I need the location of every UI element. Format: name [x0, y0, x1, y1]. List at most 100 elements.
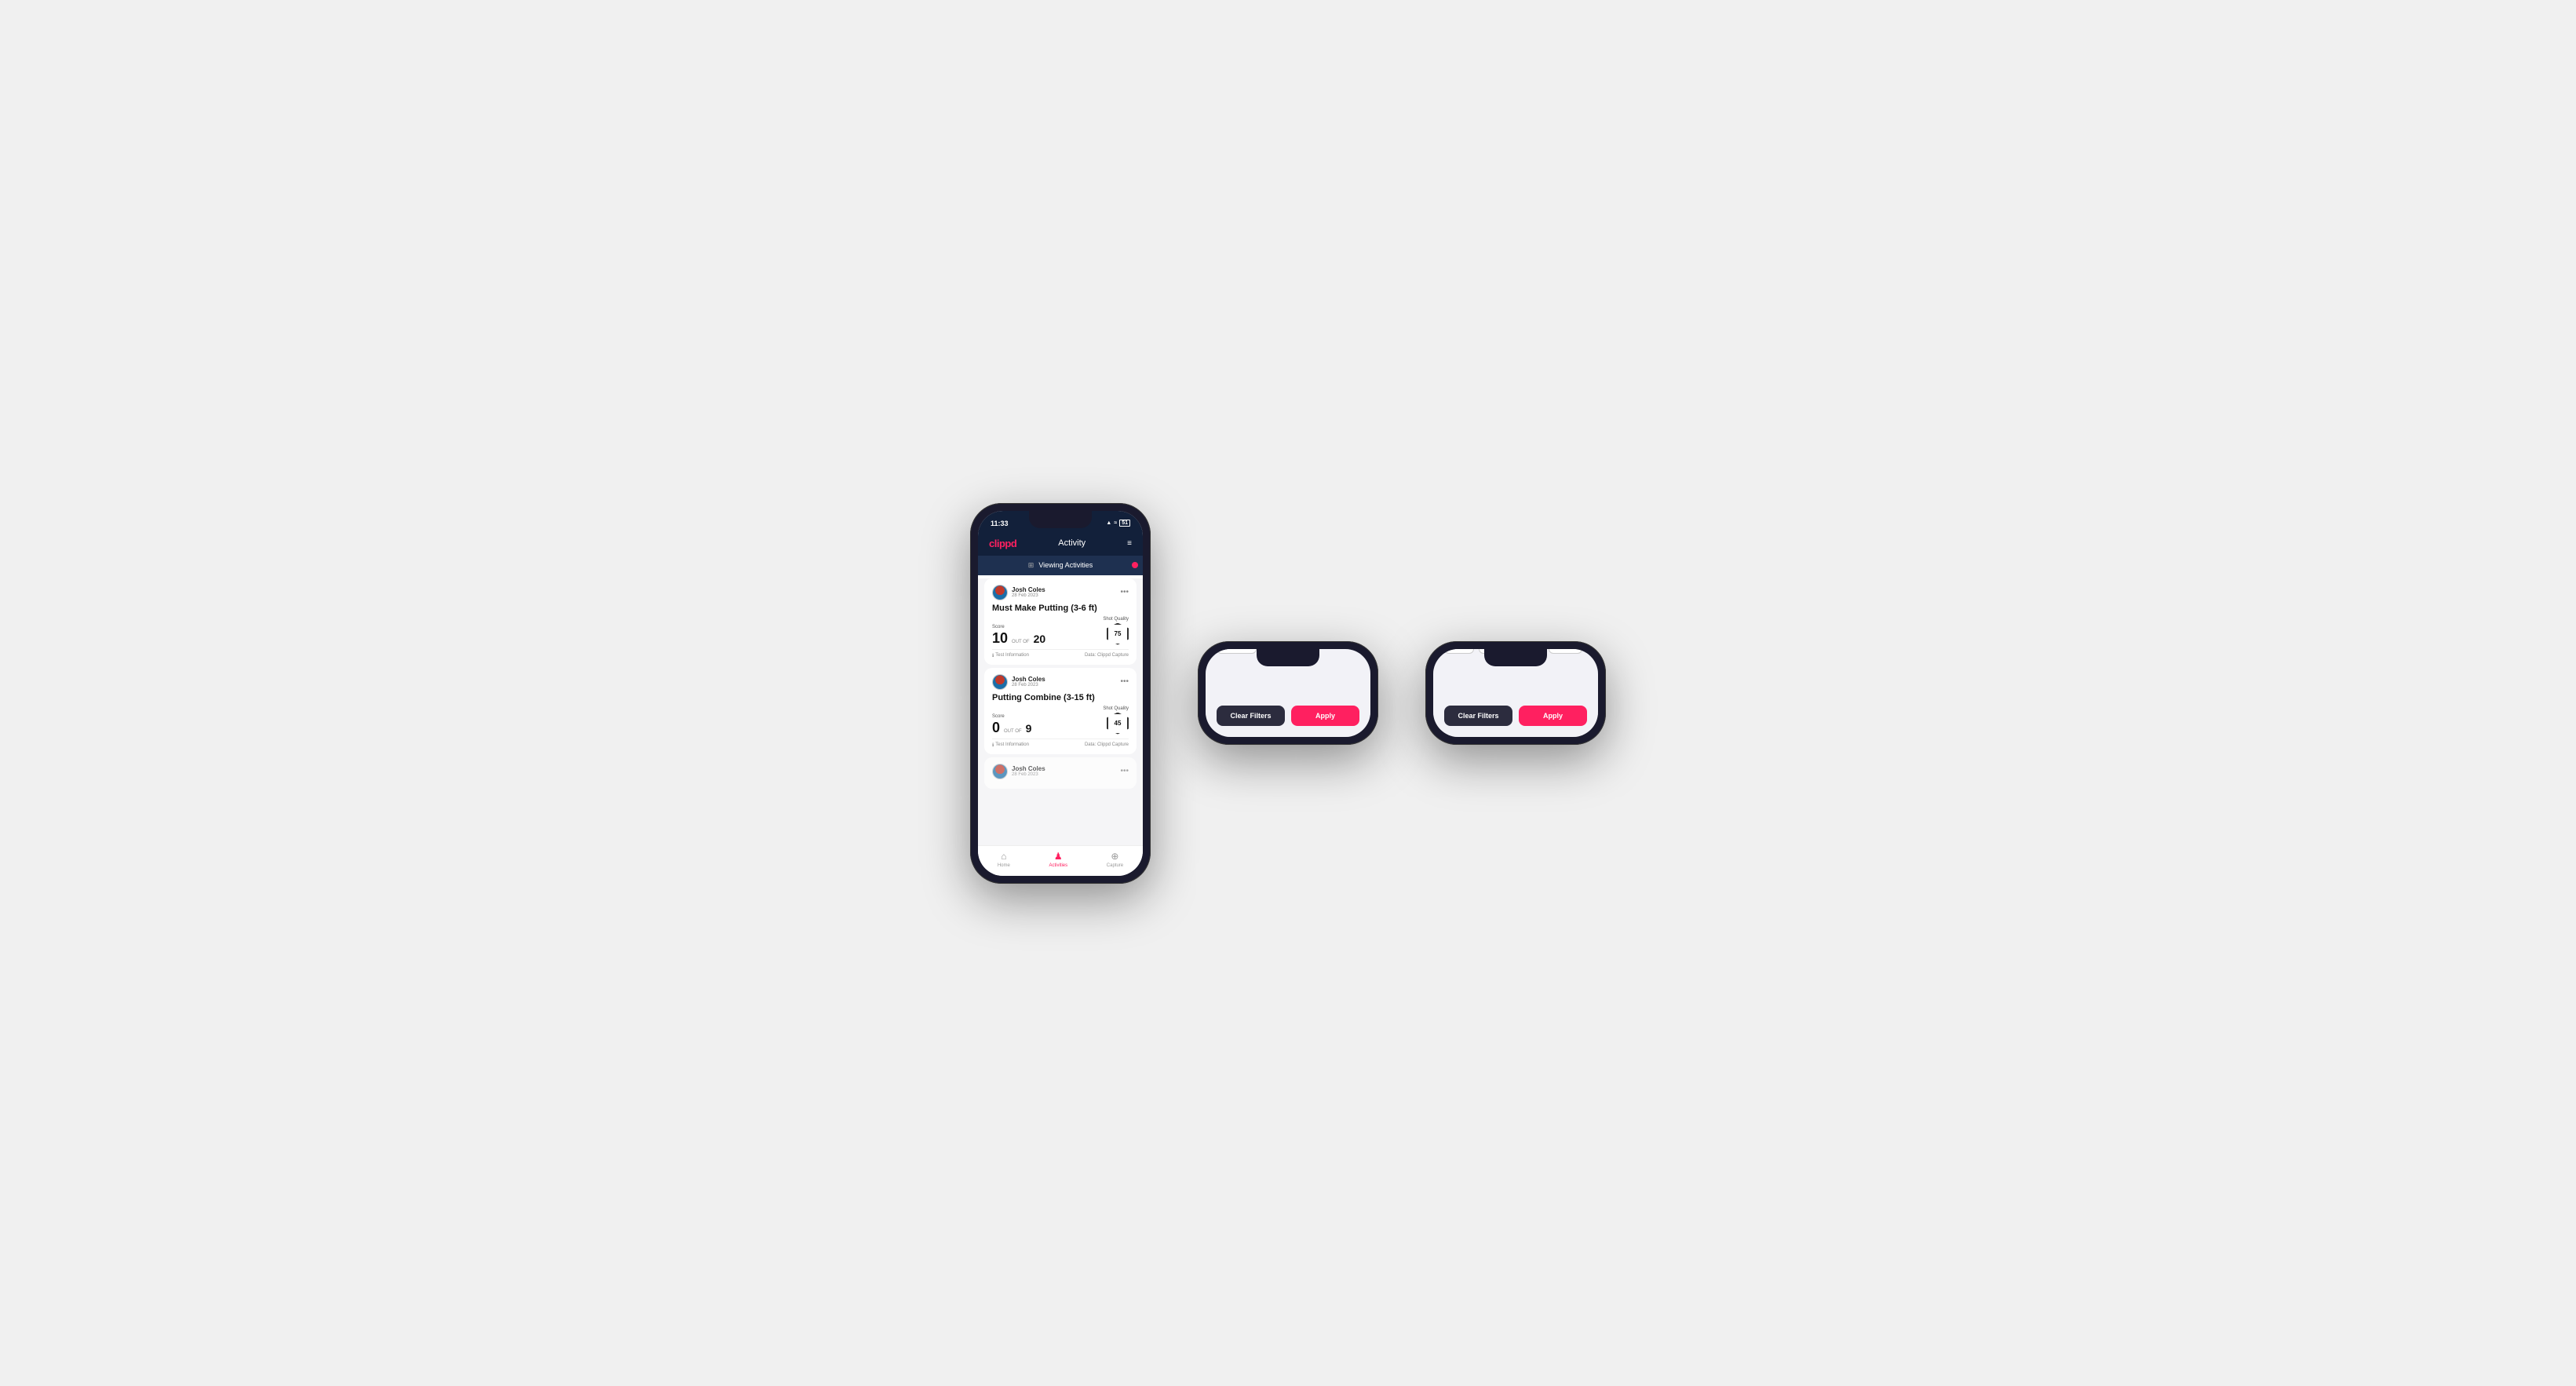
user-name-1: Josh Coles [1012, 586, 1045, 593]
data-source-2: Data: Clippd Capture [1085, 742, 1129, 747]
shots-value-2: 9 [1026, 722, 1032, 735]
app-logo-1: clippd [989, 538, 1016, 549]
nav-home[interactable]: ⌂ Home [998, 851, 1010, 868]
user-date-1: 28 Feb 2023 [1012, 593, 1045, 598]
more-options-2[interactable]: ••• [1120, 677, 1129, 686]
wifi-icon: ≈ [1114, 520, 1117, 526]
user-name-2: Josh Coles [1012, 676, 1045, 683]
notch-1 [1029, 511, 1092, 528]
viewing-banner-1[interactable]: ⊞ Viewing Activities [978, 556, 1143, 575]
activity-card-3[interactable]: Josh Coles 28 Feb 2023 ••• [984, 757, 1137, 789]
score-row-2: 0 OUT OF 9 [992, 720, 1031, 735]
apply-btn-3[interactable]: Apply [1519, 706, 1587, 726]
card-footer-1: ℹ Test Information Data: Clippd Capture [992, 649, 1129, 658]
card-title-1: Must Make Putting (3-6 ft) [992, 604, 1129, 613]
card-title-2: Putting Combine (3-15 ft) [992, 693, 1129, 702]
status-time-1: 11:33 [991, 520, 1009, 527]
notch-3 [1484, 649, 1547, 666]
user-info-2: Josh Coles 28 Feb 2023 [992, 674, 1045, 690]
user-name-3: Josh Coles [1012, 765, 1045, 772]
phone-1-screen: 11:33 ▲ ≈ 51 clippd Activity ≡ ⊞ Viewing… [978, 511, 1143, 876]
info-icon-2: ℹ [992, 742, 994, 748]
phone-3: 11:33 ▲ ≈ 51 clippd Activity ≡ ⊞ Viewing… [1425, 641, 1606, 745]
phone-2-screen: 11:33 ▲ ≈ 51 clippd Activity ≡ ⊞ Viewing… [1206, 649, 1370, 737]
score-section-1: Score 10 OUT OF 20 [992, 625, 1045, 645]
footer-info-2[interactable]: ℹ Test Information [992, 742, 1029, 748]
home-icon: ⌂ [1001, 851, 1006, 862]
outof-1: OUT OF [1012, 640, 1030, 644]
score-section-2: Score 0 OUT OF 9 [992, 714, 1031, 735]
card-header-3: Josh Coles 28 Feb 2023 ••• [992, 764, 1129, 779]
putt-btn-3[interactable]: PUTT [1549, 649, 1582, 654]
more-options-3[interactable]: ••• [1120, 767, 1129, 775]
test-info-2: Test Information [995, 742, 1029, 747]
user-details-1: Josh Coles 28 Feb 2023 [1012, 586, 1045, 598]
user-info-1: Josh Coles 28 Feb 2023 [992, 585, 1045, 600]
phone-3-screen: 11:33 ▲ ≈ 51 clippd Activity ≡ ⊞ Viewing… [1433, 649, 1598, 737]
card-stats-1: Score 10 OUT OF 20 Shot Quality 75 [992, 617, 1129, 645]
notch-2 [1257, 649, 1319, 666]
avatar-1 [992, 585, 1008, 600]
score-row-1: 10 OUT OF 20 [992, 631, 1045, 645]
nav-activities[interactable]: ♟ Activities [1049, 851, 1067, 868]
clear-filters-btn-2[interactable]: Clear Filters [1217, 706, 1285, 726]
apply-btn-2[interactable]: Apply [1291, 706, 1359, 726]
score-label-1: Score [992, 625, 1045, 629]
user-date-3: 28 Feb 2023 [1012, 772, 1045, 777]
phone-1: 11:33 ▲ ≈ 51 clippd Activity ≡ ⊞ Viewing… [970, 503, 1151, 884]
score-label-2: Score [992, 714, 1031, 719]
data-source-1: Data: Clippd Capture [1085, 653, 1129, 658]
card-stats-2: Score 0 OUT OF 9 Shot Quality 45 [992, 706, 1129, 735]
bottom-nav-1: ⌂ Home ♟ Activities ⊕ Capture [978, 845, 1143, 876]
clear-filters-btn-3[interactable]: Clear Filters [1444, 706, 1512, 726]
activity-card-2[interactable]: Josh Coles 28 Feb 2023 ••• Putting Combi… [984, 668, 1137, 754]
spacer-2 [1217, 663, 1359, 695]
spacer-3 [1444, 663, 1587, 695]
score-value-1: 10 [992, 631, 1008, 645]
viewing-banner-text-1: Viewing Activities [1038, 561, 1093, 569]
notification-dot-1 [1132, 562, 1138, 568]
phone-2: 11:33 ▲ ≈ 51 clippd Activity ≡ ⊞ Viewing… [1198, 641, 1378, 745]
card-header-2: Josh Coles 28 Feb 2023 ••• [992, 674, 1129, 690]
activity-list-1: Josh Coles 28 Feb 2023 ••• Must Make Put… [978, 578, 1143, 845]
status-icons-1: ▲ ≈ 51 [1106, 520, 1130, 527]
shot-quality-label-2: Shot Quality [1103, 706, 1129, 711]
shot-quality-label-1: Shot Quality [1103, 617, 1129, 622]
hamburger-icon-1[interactable]: ≡ [1127, 539, 1132, 548]
avatar-3 [992, 764, 1008, 779]
score-value-2: 0 [992, 720, 1000, 735]
user-date-2: 28 Feb 2023 [1012, 683, 1045, 688]
shots-value-1: 20 [1034, 633, 1046, 645]
app-title-1: Activity [1058, 538, 1085, 548]
app-header-1: clippd Activity ≡ [978, 533, 1143, 556]
shot-quality-badge-1: 75 [1107, 623, 1129, 645]
test-info-1: Test Information [995, 653, 1029, 658]
ott-btn-3[interactable]: OTT [1444, 649, 1474, 654]
shot-quality-section-1: Shot Quality 75 [1103, 617, 1129, 645]
user-details-3: Josh Coles 28 Feb 2023 [1012, 765, 1045, 777]
scene: 11:33 ▲ ≈ 51 clippd Activity ≡ ⊞ Viewing… [923, 456, 1653, 931]
shot-quality-section-2: Shot Quality 45 [1103, 706, 1129, 735]
user-details-2: Josh Coles 28 Feb 2023 [1012, 676, 1045, 688]
nav-capture[interactable]: ⊕ Capture [1107, 851, 1123, 868]
capture-icon: ⊕ [1111, 851, 1118, 862]
activities-label: Activities [1049, 863, 1067, 868]
shot-quality-badge-2: 45 [1107, 713, 1129, 735]
more-options-1[interactable]: ••• [1120, 588, 1129, 596]
info-icon-1: ℹ [992, 653, 994, 658]
card-footer-2: ℹ Test Information Data: Clippd Capture [992, 739, 1129, 748]
modal-footer-2: Clear Filters Apply [1217, 706, 1359, 726]
activity-card-1[interactable]: Josh Coles 28 Feb 2023 ••• Must Make Put… [984, 578, 1137, 665]
practice-round-btn-2[interactable]: Practice [1217, 649, 1257, 654]
capture-label: Capture [1107, 863, 1123, 868]
activities-icon: ♟ [1054, 851, 1063, 862]
modal-footer-3: Clear Filters Apply [1444, 706, 1587, 726]
home-label: Home [998, 863, 1010, 868]
user-info-3: Josh Coles 28 Feb 2023 [992, 764, 1045, 779]
card-header-1: Josh Coles 28 Feb 2023 ••• [992, 585, 1129, 600]
filter-icon-1: ⊞ [1028, 561, 1034, 570]
footer-info-1[interactable]: ℹ Test Information [992, 653, 1029, 658]
outof-2: OUT OF [1004, 729, 1022, 734]
avatar-2 [992, 674, 1008, 690]
battery-icon: 51 [1119, 520, 1130, 527]
